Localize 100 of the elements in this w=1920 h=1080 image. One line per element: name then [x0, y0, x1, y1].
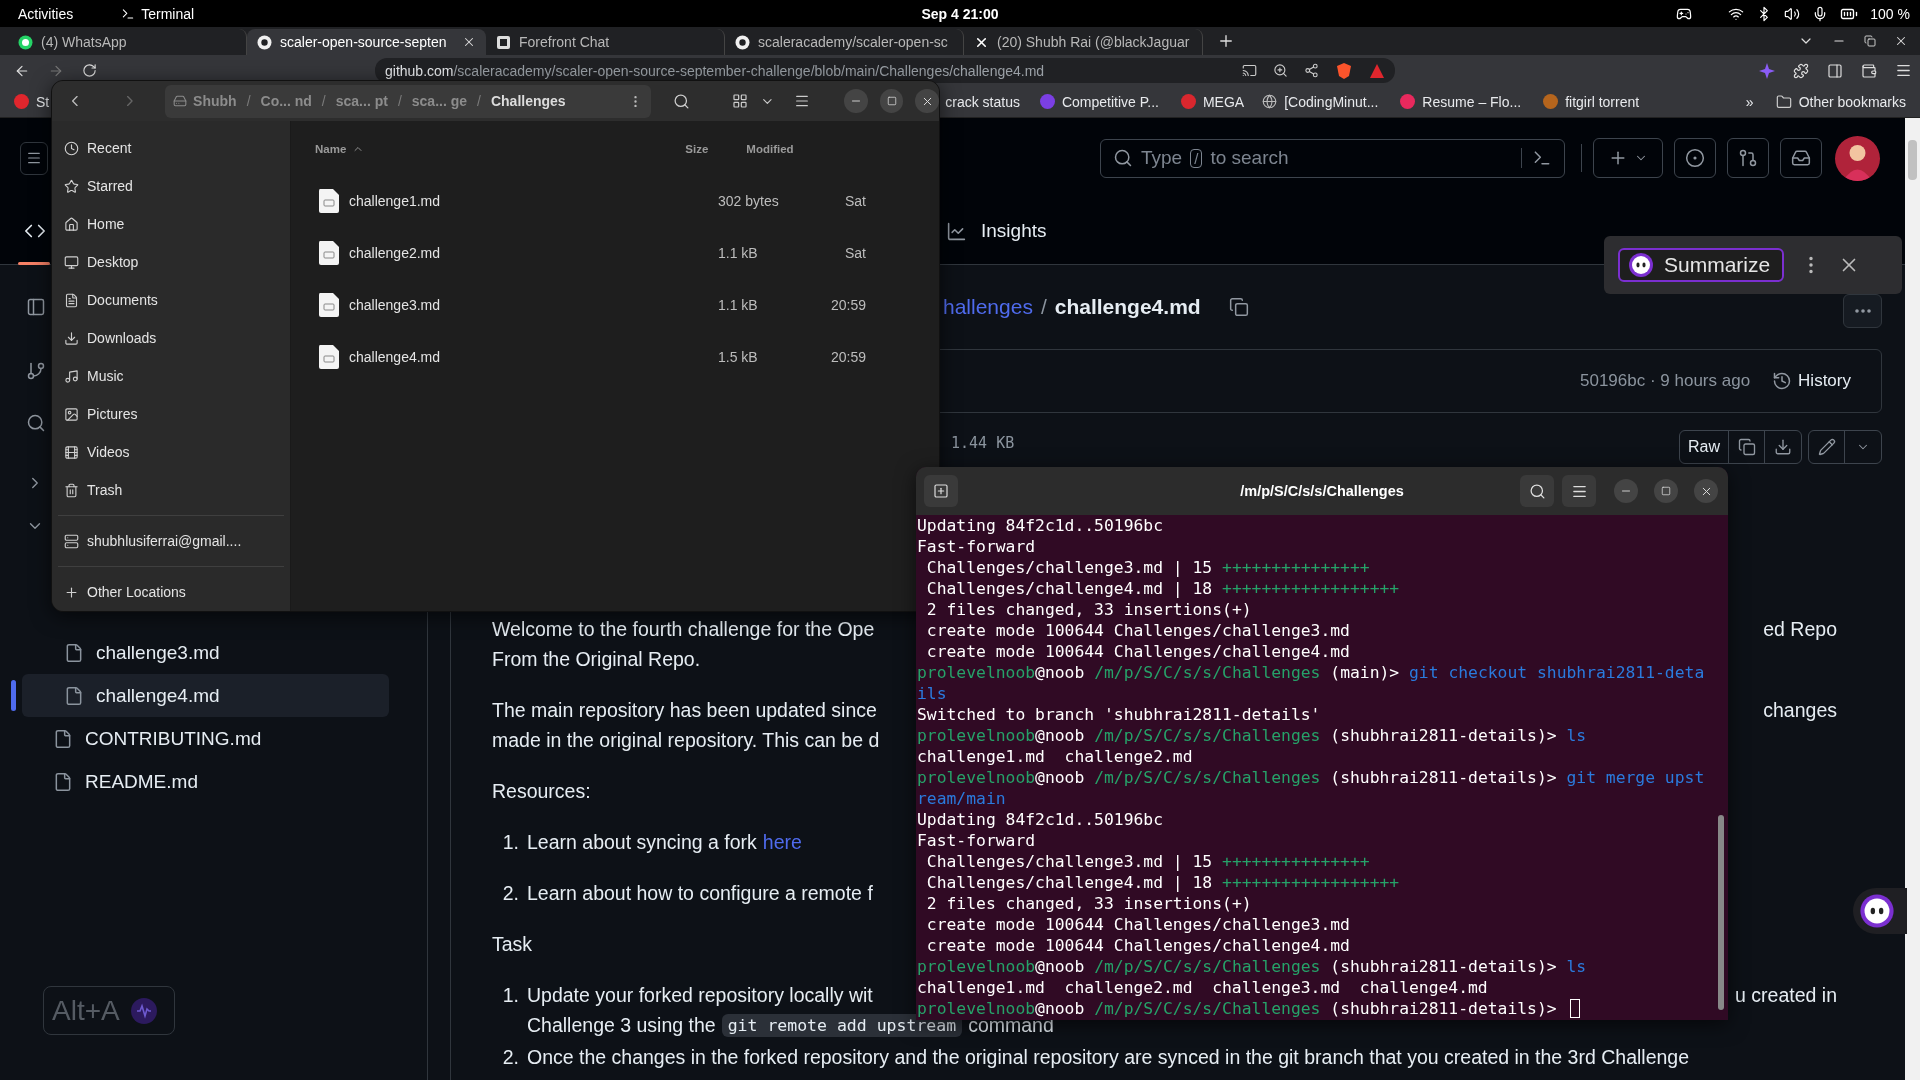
scrollbar[interactable]	[1905, 118, 1920, 1080]
terminal-line: Fast-forward	[917, 536, 1037, 557]
bookmark[interactable]: fitgirl torrent	[1543, 93, 1640, 110]
column-header[interactable]: Size	[685, 143, 709, 155]
file-row[interactable]: challenge2.md 1.1 kB Sat	[291, 227, 939, 279]
square-logo-icon	[496, 34, 511, 50]
pull-requests-button[interactable]	[1727, 138, 1769, 178]
document-icon	[318, 292, 340, 318]
sidebar-item[interactable]: Downloads	[58, 319, 284, 357]
terminal-line: create mode 100644 Challenges/challenge4.md	[925, 641, 1351, 662]
sidebar-item[interactable]: Other Locations	[58, 573, 284, 611]
panel-icon[interactable]	[26, 297, 46, 317]
scrollbar[interactable]	[1718, 815, 1724, 1010]
new-tab-button[interactable]	[924, 475, 958, 507]
folder-icon	[1775, 93, 1792, 110]
sidebar-item[interactable]: Recent	[58, 129, 284, 167]
file-tree-item[interactable]: challenge3.md	[22, 631, 389, 674]
paragraph-text: ed Repo	[1763, 617, 1837, 641]
paragraph-text: Learn about syncing a fork	[527, 830, 757, 854]
bookmark[interactable]: St	[14, 93, 50, 110]
close-button[interactable]	[1694, 479, 1718, 503]
sidebar-item[interactable]: Pictures	[58, 395, 284, 433]
file-row[interactable]: challenge1.md 302 bytes Sat	[291, 175, 939, 227]
sparkle-icon[interactable]	[1759, 62, 1775, 79]
branch-icon[interactable]	[26, 361, 46, 381]
activities-button[interactable]: Activities	[18, 5, 74, 22]
assistant-button[interactable]	[1853, 888, 1907, 934]
file-tree-item[interactable]: README.md	[22, 760, 389, 803]
close-icon[interactable]	[462, 35, 476, 49]
new-tab-icon[interactable]	[1217, 32, 1235, 50]
sidebar-item[interactable]: Trash	[58, 471, 284, 509]
maximize-button[interactable]	[879, 89, 904, 113]
copy-icon[interactable]	[1228, 297, 1249, 317]
menu-button[interactable]	[20, 141, 48, 175]
file-tree-item[interactable]: CONTRIBUTING.md	[22, 717, 389, 760]
search-button[interactable]	[1520, 475, 1554, 507]
path-separator: /	[477, 93, 481, 109]
wallet-icon[interactable]	[1861, 62, 1877, 79]
shield-icon[interactable]	[1335, 61, 1353, 80]
sidebar-icon[interactable]	[1827, 62, 1843, 79]
sidebar-item[interactable]: Starred	[58, 167, 284, 205]
grid-view-icon[interactable]	[731, 93, 748, 109]
minimize-button[interactable]	[1614, 479, 1638, 503]
column-header[interactable]: Name	[315, 143, 365, 155]
extensions-icon[interactable]	[1793, 62, 1809, 79]
menu-button[interactable]	[1562, 475, 1596, 507]
file-row[interactable]: challenge4.md 1.5 kB 20:59	[291, 331, 939, 383]
document-icon	[318, 344, 340, 370]
issues-button[interactable]	[1674, 138, 1716, 178]
breadcrumb-link[interactable]: hallenges	[943, 295, 1033, 319]
minimize-button[interactable]	[844, 89, 868, 113]
terminal-line: Updating 84f2c1d..50196bc	[917, 809, 1164, 830]
summarize-button[interactable]: Summarize	[1618, 248, 1785, 282]
menu-icon[interactable]	[794, 93, 811, 109]
zoom-icon[interactable]	[1273, 63, 1288, 78]
other-bookmarks[interactable]: Other bookmarks	[1775, 93, 1906, 110]
bookmark[interactable]: crack status	[945, 93, 1020, 110]
command-palette-icon[interactable]	[1532, 148, 1552, 168]
sidebar-item[interactable]: Home	[58, 205, 284, 243]
bookmark[interactable]: Competitive P...	[1039, 93, 1159, 110]
app-menu[interactable]: Terminal	[121, 5, 195, 22]
bookmark[interactable]: Resume – Flo...	[1400, 93, 1522, 110]
history-link[interactable]: History	[1772, 371, 1851, 391]
insights-tab[interactable]: Insights	[946, 220, 1047, 242]
terminal-line: 2 files changed, 33 insertions(+)	[925, 893, 1253, 914]
share-icon[interactable]	[1304, 63, 1319, 78]
paragraph-text: Learn about how to configure a remote f	[527, 881, 873, 905]
avatar[interactable]	[1835, 135, 1880, 181]
bookmark[interactable]: MEGA	[1180, 93, 1245, 110]
sidebar-item[interactable]: Music	[58, 357, 284, 395]
maximize-button[interactable]	[1654, 479, 1678, 503]
search-field[interactable]: Type / to search	[1100, 138, 1565, 178]
path-segment[interactable]: Challenges	[490, 93, 566, 109]
sidebar-item[interactable]: Videos	[58, 433, 284, 471]
restore-icon[interactable]	[1864, 35, 1876, 47]
here-link[interactable]: here	[762, 830, 802, 854]
bookmark[interactable]: [CodingMinut...	[1262, 93, 1379, 110]
address-bar[interactable]: github.com/scaleracademy/scaler-open-source-september-challenge/blob/main/Challenges/challenge4.md	[375, 58, 1395, 83]
close-button[interactable]	[915, 89, 939, 113]
inbox-button[interactable]	[1780, 138, 1822, 178]
file-row[interactable]: challenge3.md 1.1 kB 20:59	[291, 279, 939, 331]
sidebar-item[interactable]: shubhlusiferrai@gmail....	[58, 522, 284, 560]
close-icon[interactable]	[1894, 34, 1908, 48]
search-icon[interactable]	[26, 413, 46, 433]
more-button[interactable]	[1843, 294, 1882, 328]
round-logo-icon	[735, 34, 750, 50]
menu-icon[interactable]	[1895, 62, 1912, 79]
more-bookmarks-button[interactable]: »	[1745, 93, 1754, 110]
search-icon[interactable]	[672, 92, 690, 110]
triangle-icon[interactable]	[1369, 62, 1385, 79]
reload-icon[interactable]	[82, 63, 97, 78]
sidebar-item[interactable]: Documents	[58, 281, 284, 319]
file-tree-item[interactable]: challenge4.md	[22, 674, 389, 717]
sidebar-item[interactable]: Desktop	[58, 243, 284, 281]
file-size: 302 bytes	[718, 193, 780, 209]
clock[interactable]: Sep 4 21:00	[921, 5, 999, 22]
browser-tab[interactable]: scaler-open-source-septen	[247, 29, 486, 55]
column-header[interactable]: Modified	[746, 143, 794, 155]
terminal-icon	[121, 6, 136, 21]
cast-icon[interactable]	[1242, 63, 1257, 78]
